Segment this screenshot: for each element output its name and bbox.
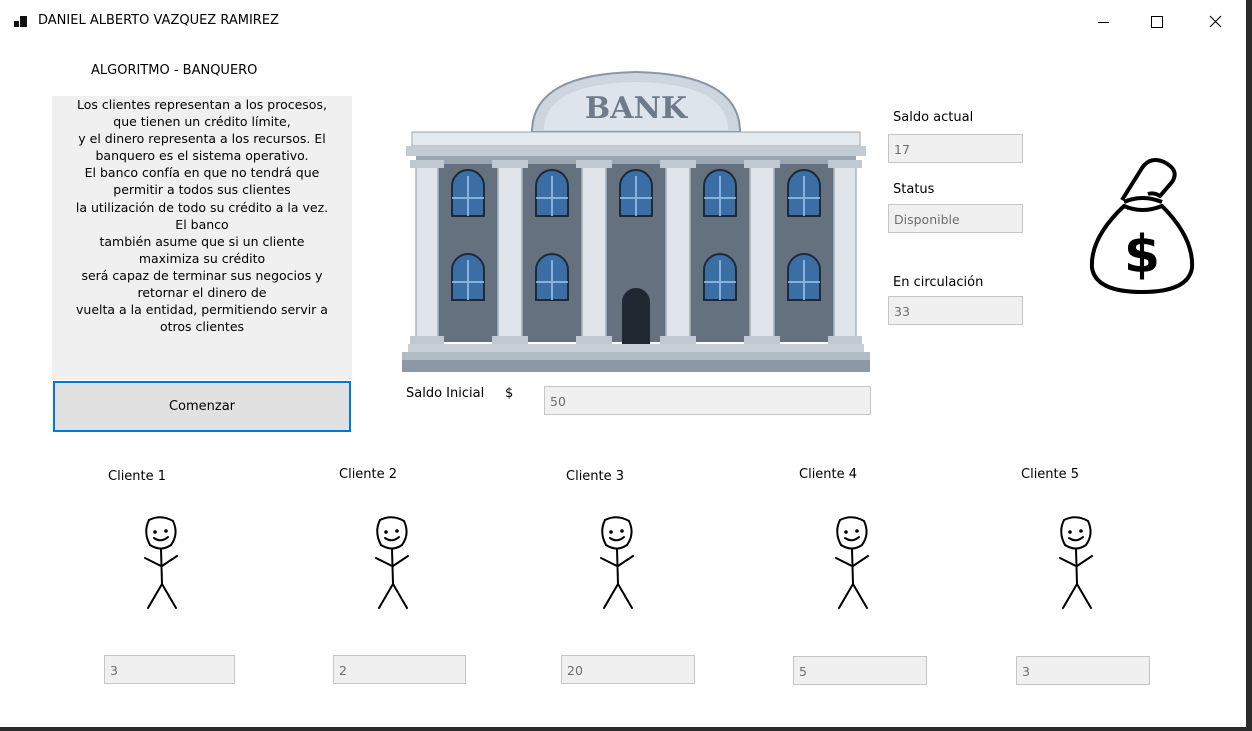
start-button[interactable]: Comenzar — [53, 381, 351, 432]
saldo-inicial-label: Saldo Inicial — [406, 386, 485, 401]
client-2-label: Cliente 2 — [339, 467, 398, 482]
client-3-field[interactable]: 20 — [561, 655, 695, 684]
minimize-button[interactable] — [1080, 0, 1126, 44]
description-panel: Los clientes representan a los procesos,… — [52, 96, 352, 380]
title-bar: DANIEL ALBERTO VAZQUEZ RAMIREZ — [0, 0, 1246, 44]
algorithm-heading: ALGORITMO - BANQUERO — [91, 63, 258, 78]
client-4-label: Cliente 4 — [799, 467, 858, 482]
status-label: Status — [893, 182, 935, 197]
saldo-actual-label: Saldo actual — [893, 110, 974, 125]
maximize-button[interactable] — [1134, 0, 1180, 44]
app-window: DANIEL ALBERTO VAZQUEZ RAMIREZ ALGORITMO… — [0, 0, 1246, 727]
status-field[interactable]: Disponible — [888, 204, 1023, 233]
close-icon — [1209, 15, 1222, 28]
client-1-label: Cliente 1 — [108, 469, 167, 484]
maximize-icon — [1151, 16, 1163, 28]
close-button[interactable] — [1192, 0, 1238, 44]
client-1-field[interactable]: 3 — [104, 655, 235, 684]
bank-sign: BANK — [585, 91, 688, 126]
client-2-stick-figure-icon — [375, 516, 409, 609]
saldo-inicial-field[interactable]: 50 — [544, 386, 871, 415]
money-bag-icon: $ — [1089, 158, 1195, 294]
client-4-stick-figure-icon — [835, 516, 869, 609]
client-3-stick-figure-icon — [600, 516, 634, 609]
window-title: DANIEL ALBERTO VAZQUEZ RAMIREZ — [38, 13, 279, 28]
client-4-field[interactable]: 5 — [793, 656, 927, 685]
dollar-sign: $ — [1124, 225, 1160, 285]
currency-symbol: $ — [505, 386, 514, 401]
client-2-field[interactable]: 2 — [333, 655, 466, 684]
saldo-actual-field[interactable]: 17 — [888, 134, 1023, 163]
minimize-icon — [1098, 22, 1109, 23]
client-5-field[interactable]: 3 — [1016, 656, 1150, 685]
app-icon — [14, 16, 27, 27]
algorithm-description: Los clientes representan a los procesos,… — [75, 97, 329, 335]
en-circulacion-label: En circulación — [893, 275, 984, 290]
client-3-label: Cliente 3 — [566, 469, 625, 484]
bank-building-image: BANK — [402, 70, 870, 372]
window-edge-bottom — [0, 727, 1252, 731]
client-5-label: Cliente 5 — [1021, 467, 1080, 482]
client-1-stick-figure-icon — [144, 516, 178, 609]
window-edge-right — [1246, 0, 1252, 731]
en-circulacion-field[interactable]: 33 — [888, 296, 1023, 325]
client-5-stick-figure-icon — [1059, 516, 1093, 609]
